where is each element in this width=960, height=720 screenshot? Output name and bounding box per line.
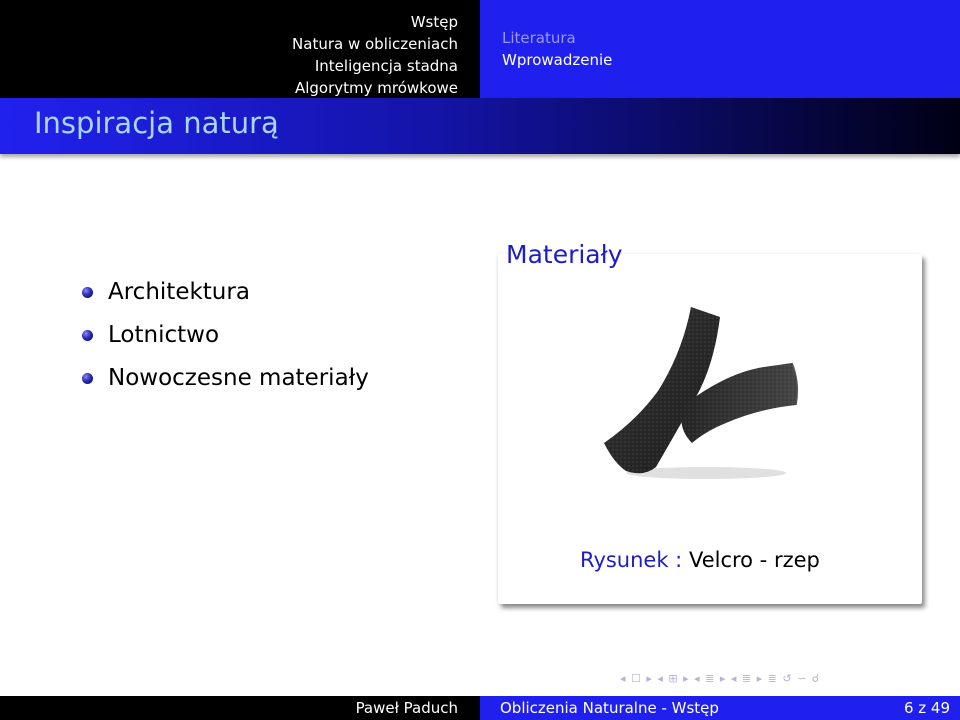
footer-author: Paweł Paduch [0, 696, 480, 720]
nav-section-natura[interactable]: Natura w obliczeniach [0, 33, 458, 55]
beamer-navigation-symbols[interactable]: ◂ ☐ ▸ ◂ ⊞ ▸ ◂ ≣ ▸ ◂ ≣ ▸ ≣ ↺ ∽ ☌ [620, 672, 956, 690]
headline-bar: Wstęp Natura w obliczeniach Inteligencja… [0, 0, 960, 98]
bullet-item: Nowoczesne materiały [82, 358, 369, 401]
frame-title: Inspiracja naturą [34, 106, 279, 140]
bullet-list: Architektura Lotnictwo Nowoczesne materi… [82, 272, 369, 401]
figure-caption: Rysunek : Velcro - rzep [580, 548, 820, 572]
nav-subsection-wprowadzenie[interactable]: Wprowadzenie [502, 49, 960, 71]
frame-title-bar: Inspiracja naturą [0, 98, 960, 154]
nav-section-algorytmy[interactable]: Algorytmy mrówkowe [0, 77, 458, 99]
bullet-text: Lotnictwo [108, 322, 220, 348]
footer-title-box: Obliczenia Naturalne - Wstęp 6 z 49 [480, 696, 960, 720]
caption-label: Rysunek : [580, 548, 683, 572]
nav-section-wstep[interactable]: Wstęp [0, 11, 458, 33]
nav-subsection-literatura[interactable]: Literatura [502, 27, 960, 49]
subsection-navigation: Literatura Wprowadzenie [480, 0, 960, 98]
bullet-ball-icon [82, 330, 93, 341]
bullet-ball-icon [82, 373, 93, 384]
nav-section-inteligencja[interactable]: Inteligencja stadna [0, 55, 458, 77]
column-title: Materiały [506, 240, 623, 269]
velcro-strap-image [604, 307, 799, 479]
bullet-ball-icon [82, 287, 93, 298]
footer-bar: Paweł Paduch Obliczenia Naturalne - Wstę… [0, 696, 960, 720]
section-navigation: Wstęp Natura w obliczeniach Inteligencja… [0, 0, 480, 98]
bullet-text: Architektura [108, 279, 250, 305]
footer-title: Obliczenia Naturalne - Wstęp [500, 699, 719, 717]
page-number: 6 z 49 [903, 699, 950, 717]
bullet-text: Nowoczesne materiały [108, 365, 369, 391]
bullet-item: Architektura [82, 272, 369, 315]
bullet-item: Lotnictwo [82, 315, 369, 358]
caption-text: Velcro - rzep [688, 548, 820, 572]
